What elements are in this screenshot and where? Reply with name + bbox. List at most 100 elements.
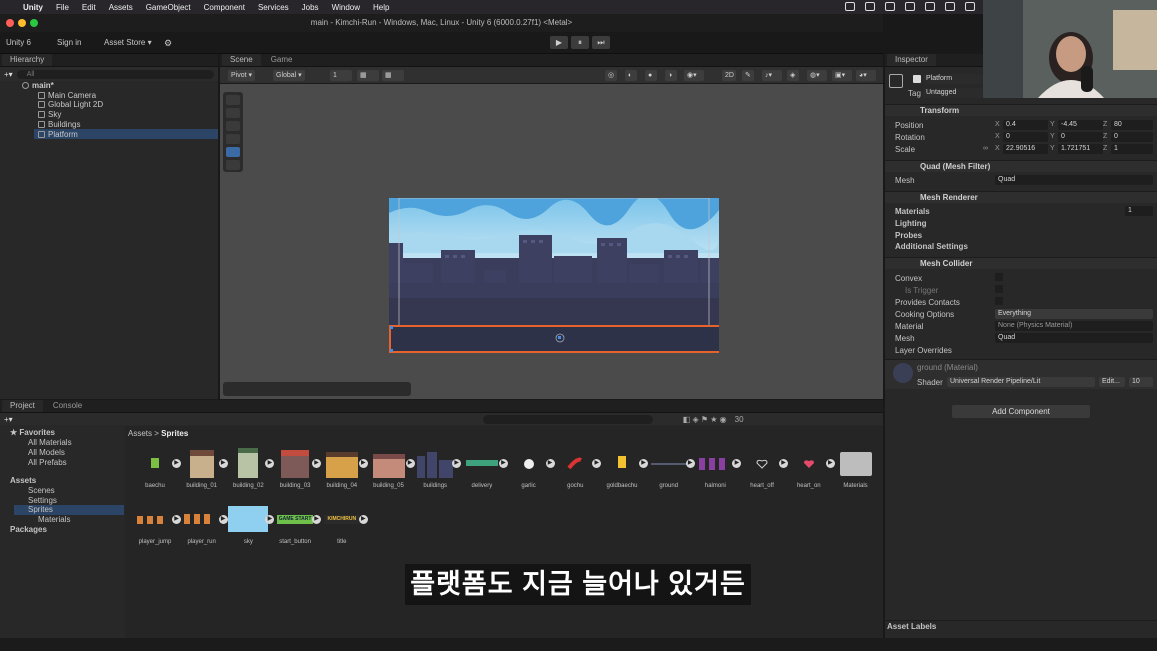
asset-player-run[interactable]: ▶ player_run [180,502,228,545]
asset-building-02[interactable]: ▶ building_02 [226,446,275,489]
tree-item-global-light[interactable]: Global Light 2D [38,100,103,109]
asset-delivery[interactable]: ▶ delivery [460,446,508,489]
fav-all-materials[interactable]: All Materials [28,438,72,447]
close-window-button[interactable] [6,19,14,27]
menu-file[interactable]: File [56,3,69,12]
materials-count-field[interactable]: 1 [1125,206,1153,216]
asset-baechu[interactable]: ▶ baechu [133,446,181,489]
asset-player-jump[interactable]: ▶ player_jump [133,502,181,545]
menu-services[interactable]: Services [258,3,289,12]
lighting-foldout[interactable]: Lighting [895,219,927,228]
materials-foldout[interactable]: Materials [895,207,930,216]
asset-goldbaechu[interactable]: ▶ goldbaechu [600,446,648,489]
scale-tool-icon[interactable] [226,134,240,144]
asset-halmoni[interactable]: ▶ halmoni [693,446,742,489]
mesh-renderer-header[interactable]: Mesh Renderer [885,191,1157,203]
menu-help[interactable]: Help [373,3,389,12]
transform-header[interactable]: Transform [885,104,1157,116]
position-x-field[interactable]: 0.4 [1003,120,1048,130]
add-object-button[interactable]: +▾ [4,70,13,79]
zoom-window-button[interactable] [30,19,38,27]
asset-heart-off[interactable]: ▶ heart_off [740,446,789,489]
rotation-y-field[interactable]: 0 [1058,132,1103,142]
mesh-field[interactable]: Quad [995,175,1153,185]
menu-jobs[interactable]: Jobs [302,3,319,12]
add-component-button[interactable]: Add Component [952,405,1090,418]
settings-gear-icon[interactable]: ⚙ [164,38,172,49]
fav-all-models[interactable]: All Models [28,448,65,457]
mesh-filter-header[interactable]: Quad (Mesh Filter) [885,160,1157,172]
lit-icon[interactable]: ● [645,70,657,81]
tag-dropdown[interactable]: Untagged [923,88,983,98]
project-search-input[interactable] [482,414,653,424]
asset-buildings[interactable]: ▶ buildings [413,446,462,489]
input-source-icon[interactable] [965,2,975,11]
fav-all-prefabs[interactable]: All Prefabs [28,458,67,467]
render-queue-dropdown[interactable]: 10 [1129,377,1153,387]
screen-record-icon[interactable] [845,2,855,11]
hidden-objects-icon[interactable]: ◍▾ [807,70,827,81]
global-dropdown[interactable]: Global ▾ [273,70,305,81]
tab-hierarchy[interactable]: Hierarchy [2,54,53,66]
rotation-x-field[interactable]: 0 [1003,132,1048,142]
gizmos-icon[interactable]: ◕▾ [856,70,876,81]
create-asset-button[interactable]: +▾ [4,415,13,424]
assets-folder[interactable]: Assets [10,476,36,485]
scene-view[interactable]: Scene Game Pivot ▾ Global ▾ 1 ▦ ▦ ◎ ◐ ● … [220,54,883,399]
convex-checkbox[interactable] [995,273,1003,281]
toggle-2d-button[interactable]: 2D [722,70,736,81]
menu-gameobject[interactable]: GameObject [146,3,191,12]
is-trigger-checkbox[interactable] [995,285,1003,293]
scale-x-field[interactable]: 22.90516 [1003,144,1048,154]
asset-labels-header[interactable]: Asset Labels [885,620,1157,632]
fx-toggle-icon[interactable]: ◈ [787,70,799,81]
layer-overrides-foldout[interactable]: Layer Overrides [895,346,952,355]
rotate-tool-icon[interactable] [226,121,240,131]
shading-icon[interactable]: ◐ [625,70,637,81]
audio-toggle-icon[interactable]: ♪▾ [762,70,782,81]
asset-title[interactable]: KIMCHIRUN ▶ title [320,502,368,545]
menu-app[interactable]: Unity [23,3,43,12]
wifi-icon[interactable] [905,2,915,11]
asset-ground[interactable]: ▶ ground [647,446,695,489]
display-icon[interactable] [865,2,875,11]
pause-button[interactable]: ⏸ [571,36,589,49]
probes-foldout[interactable]: Probes [895,231,922,240]
tree-item-platform[interactable]: Platform [34,129,218,139]
additional-settings-foldout[interactable]: Additional Settings [895,242,968,251]
provides-contacts-checkbox[interactable] [995,297,1003,305]
menu-component[interactable]: Component [204,3,245,12]
asset-heart-on[interactable]: ▶ heart_on [787,446,835,489]
position-z-field[interactable]: 80 [1111,120,1153,130]
unity-account-button[interactable]: Unity 6 [6,38,31,47]
rotation-z-field[interactable]: 0 [1111,132,1153,142]
asset-building-05[interactable]: ▶ building_05 [367,446,415,489]
expand-sprite-icon[interactable]: ▶ [358,515,368,524]
position-y-field[interactable]: -4.45 [1058,120,1103,130]
render-mode-icon[interactable]: ◉▾ [684,70,704,81]
asset-gochu[interactable]: ▶ gochu [553,446,602,489]
scene-root[interactable]: main* [22,81,54,90]
asset-store-button[interactable]: Asset Store ▾ [104,38,152,47]
folder-sprites[interactable]: Sprites [14,505,124,515]
asset-building-03[interactable]: ▶ building_03 [273,446,322,489]
pivot-dropdown[interactable]: Pivot ▾ [228,70,256,81]
menu-edit[interactable]: Edit [82,3,96,12]
grid-snap-field[interactable]: 1 [330,70,352,81]
tree-item-main-camera[interactable]: Main Camera [38,91,96,100]
menu-window[interactable]: Window [332,3,360,12]
hand-tool-icon[interactable] [226,95,240,105]
scale-y-field[interactable]: 1.721751 [1058,144,1103,154]
folder-scenes[interactable]: Scenes [28,486,55,495]
rect-tool-icon[interactable] [226,147,240,157]
tab-game[interactable]: Game [262,54,301,66]
bluetooth-icon[interactable] [945,2,955,11]
physics-material-field[interactable]: None (Physics Material) [995,321,1153,331]
menu-assets[interactable]: Assets [109,3,133,12]
draw-mode-icon[interactable]: ◎ [605,70,617,81]
lighting-toggle-icon[interactable]: ✎ [742,70,754,81]
minimize-window-button[interactable] [18,19,26,27]
tab-console[interactable]: Console [44,400,91,412]
breadcrumb-sprites[interactable]: Sprites [161,429,188,438]
filter-icons[interactable]: ◧ ◈ ⚑ ★ ◉ [683,415,727,424]
